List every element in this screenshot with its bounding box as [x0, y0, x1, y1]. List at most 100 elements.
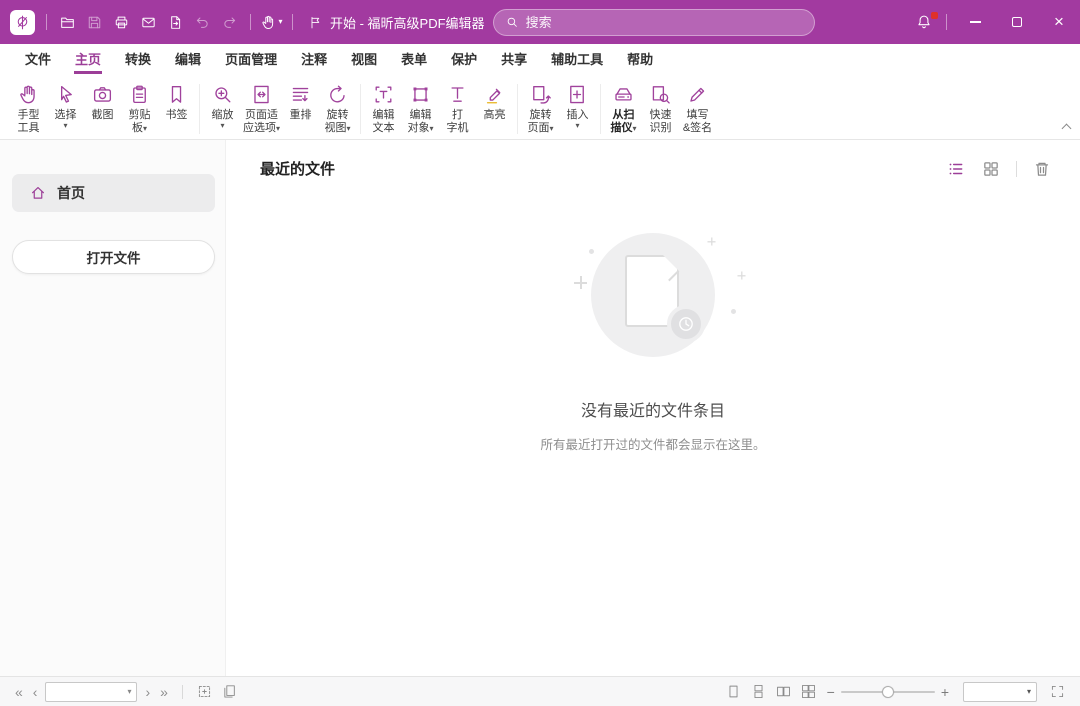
- last-page-button[interactable]: »: [155, 685, 173, 699]
- ocr-icon: [649, 83, 672, 106]
- ribbon-tool-highlight[interactable]: 高亮: [476, 81, 513, 124]
- ribbon-tool-from-scanner[interactable]: 从扫 描仪▾: [605, 81, 642, 137]
- save-button[interactable]: [81, 8, 108, 36]
- ribbon-tool-insert[interactable]: 插入▾: [559, 81, 596, 133]
- single-page-view-button[interactable]: [724, 682, 743, 701]
- flag-icon: [308, 15, 323, 30]
- facing-continuous-view-button[interactable]: [799, 682, 818, 701]
- tool-label: 旋转 视图: [325, 109, 349, 134]
- ribbon-tool-zoom[interactable]: 缩放▾: [204, 81, 241, 133]
- redo-button[interactable]: [216, 8, 243, 36]
- tab-accessibility[interactable]: 辅助工具: [539, 44, 615, 74]
- collapse-ribbon-button[interactable]: [1062, 123, 1071, 132]
- hand-icon: [260, 14, 277, 31]
- list-view-button[interactable]: [946, 159, 966, 179]
- tool-label: 填写 &签名: [683, 109, 712, 134]
- redo-icon: [221, 14, 238, 31]
- ribbon-toolbar: 手型 工具 选择▾ 截图 剪贴 板▾ 书签 缩放▾ 页面适 应选项▾: [0, 74, 1080, 140]
- search-input[interactable]: [526, 15, 803, 30]
- divider: [1016, 161, 1017, 177]
- ribbon-tool-edit-object[interactable]: 编辑 对象▾: [402, 81, 439, 137]
- tab-form[interactable]: 表单: [389, 44, 439, 74]
- insert-page-icon: [566, 83, 589, 106]
- open-file-button[interactable]: [54, 8, 81, 36]
- ribbon-tool-select[interactable]: 选择▾: [47, 81, 84, 133]
- tool-label: 选择: [55, 109, 77, 121]
- continuous-view-button[interactable]: [749, 682, 768, 701]
- zoom-slider[interactable]: [841, 691, 935, 693]
- highlighter-icon: [483, 83, 506, 106]
- grid-view-button[interactable]: [981, 159, 1001, 179]
- tab-protect[interactable]: 保护: [439, 44, 489, 74]
- ribbon-tool-rotate-pages[interactable]: 旋转 页面▾: [522, 81, 559, 137]
- tab-edit[interactable]: 编辑: [163, 44, 213, 74]
- main-content: 最近的文件 没有最: [226, 140, 1080, 676]
- first-page-button[interactable]: «: [10, 685, 28, 699]
- tool-label: 手型 工具: [18, 109, 40, 134]
- open-file-label: 打开文件: [87, 247, 141, 267]
- tab-share[interactable]: 共享: [489, 44, 539, 74]
- hand-tool-button[interactable]: ▾: [258, 8, 285, 36]
- ribbon-tool-typewriter[interactable]: 打 字机: [439, 81, 476, 137]
- ribbon-tool-page-fit[interactable]: 页面适 应选项▾: [241, 81, 282, 137]
- maximize-button[interactable]: [996, 0, 1038, 44]
- start-document-tab[interactable]: 开始 - 福昕高级PDF编辑器: [308, 13, 485, 32]
- zoom-out-button[interactable]: −: [821, 685, 841, 699]
- copy-page-button[interactable]: [220, 682, 239, 701]
- zoom-level-box[interactable]: ▾: [963, 682, 1037, 702]
- clear-recent-button[interactable]: [1032, 159, 1052, 179]
- close-button[interactable]: ×: [1038, 0, 1080, 44]
- page-title: 最近的文件: [260, 158, 335, 179]
- chevron-down-icon: ▾: [430, 124, 434, 133]
- zoom-in-button[interactable]: +: [935, 685, 955, 699]
- empty-state-illustration: [555, 219, 751, 371]
- rotate-page-icon: [529, 83, 552, 106]
- tab-page-management[interactable]: 页面管理: [213, 44, 289, 74]
- ribbon-tool-reflow[interactable]: 重排: [282, 81, 319, 124]
- tab-comment[interactable]: 注释: [289, 44, 339, 74]
- pen-sign-icon: [686, 83, 709, 106]
- open-file-sidebar-button[interactable]: 打开文件: [12, 240, 215, 274]
- ribbon-tool-quick-ocr[interactable]: 快速 识别: [642, 81, 679, 137]
- zoom-slider-thumb[interactable]: [882, 686, 894, 698]
- document-export-icon: [167, 14, 184, 31]
- ribbon-tool-hand[interactable]: 手型 工具: [10, 81, 47, 137]
- page-copy-icon: [221, 683, 238, 700]
- fullscreen-button[interactable]: [1048, 682, 1067, 701]
- facing-view-button[interactable]: [774, 682, 793, 701]
- page-number-box[interactable]: ▾: [45, 682, 137, 702]
- tab-help[interactable]: 帮助: [615, 44, 665, 74]
- divider: [46, 14, 47, 30]
- page-number-input[interactable]: [51, 686, 124, 698]
- minimize-button[interactable]: [954, 0, 996, 44]
- next-page-button[interactable]: ›: [140, 685, 155, 699]
- ribbon-tool-clipboard[interactable]: 剪贴 板▾: [121, 81, 158, 137]
- ribbon-tool-bookmark[interactable]: 书签: [158, 81, 195, 124]
- ribbon-tool-snapshot[interactable]: 截图: [84, 81, 121, 124]
- document-tab-title: 开始 - 福昕高级PDF编辑器: [330, 13, 485, 32]
- undo-button[interactable]: [189, 8, 216, 36]
- close-icon: ×: [1054, 12, 1064, 32]
- tab-home[interactable]: 主页: [63, 44, 113, 74]
- ribbon-tool-rotate-view[interactable]: 旋转 视图▾: [319, 81, 356, 137]
- notifications-button[interactable]: [909, 7, 939, 37]
- ribbon-tool-edit-text[interactable]: 编辑 文本: [365, 81, 402, 137]
- export-button[interactable]: [162, 8, 189, 36]
- tool-label: 从扫 描仪: [611, 109, 635, 134]
- search-box[interactable]: [493, 9, 815, 36]
- tab-convert[interactable]: 转换: [113, 44, 163, 74]
- ribbon-tool-fill-sign[interactable]: 填写 &签名: [679, 81, 716, 137]
- cursor-icon: [54, 83, 77, 106]
- previous-page-button[interactable]: ‹: [28, 685, 43, 699]
- email-button[interactable]: [135, 8, 162, 36]
- facing-view-icon: [775, 683, 792, 700]
- tab-file[interactable]: 文件: [13, 44, 63, 74]
- tool-label: 插入: [567, 109, 589, 121]
- tab-view[interactable]: 视图: [339, 44, 389, 74]
- tool-label: 页面适 应选项: [243, 109, 278, 134]
- snapshot-tool-button[interactable]: [195, 682, 214, 701]
- sidebar-item-home[interactable]: 首页: [12, 174, 215, 212]
- print-button[interactable]: [108, 8, 135, 36]
- tool-label: 编辑 文本: [373, 109, 395, 134]
- zoom-level-input[interactable]: [969, 686, 1023, 698]
